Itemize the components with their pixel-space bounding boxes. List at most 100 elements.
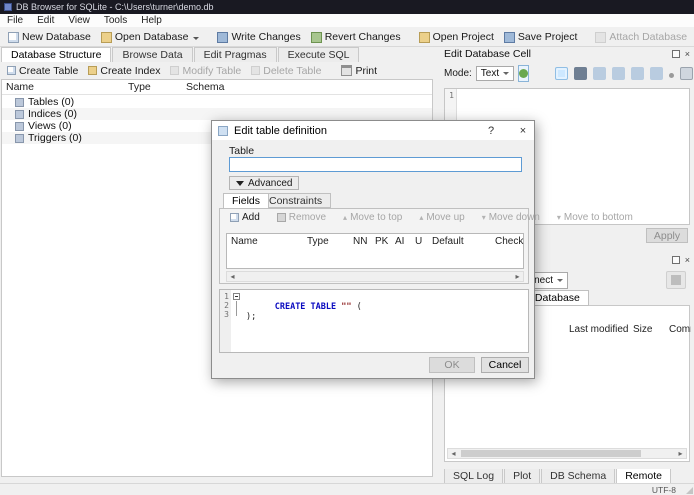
col-name[interactable]: Name	[231, 236, 258, 247]
delete-table-icon	[251, 66, 261, 75]
menu-edit[interactable]: Edit	[30, 15, 61, 26]
col-check[interactable]: Check	[495, 236, 523, 247]
create-index-button[interactable]: Create Index	[84, 64, 166, 78]
new-database-button[interactable]: New Database	[4, 30, 97, 44]
tab-edit-pragmas[interactable]: Edit Pragmas	[193, 47, 277, 62]
table-name-label: Table	[229, 145, 255, 157]
remote-hscrollbar[interactable]: ◂ ▸	[447, 448, 687, 459]
print-icon	[341, 65, 353, 76]
dock-float-icon[interactable]	[671, 50, 680, 58]
mode-label: Mode:	[444, 67, 472, 79]
save-project-button[interactable]: Save Project	[500, 30, 584, 44]
tab-db-schema[interactable]: DB Schema	[541, 469, 616, 484]
tree-header: Name Type Schema	[2, 80, 432, 95]
table-name-input[interactable]	[229, 157, 522, 172]
move-to-top-button: ▴ Move to top	[343, 212, 403, 223]
dock-float-icon[interactable]	[671, 256, 680, 264]
advanced-toggle-button[interactable]: Advanced	[229, 176, 300, 190]
resize-grip[interactable]	[686, 487, 693, 494]
arrow-down-icon: ▾	[556, 213, 561, 222]
add-field-button[interactable]: Add	[226, 212, 264, 223]
move-up-button: ▴ Move up	[419, 212, 465, 223]
fields-hscrollbar[interactable]: ◂ ▸	[226, 271, 524, 282]
tab-browse-data[interactable]: Browse Data	[112, 47, 193, 62]
print-cell-icon[interactable]	[680, 66, 694, 80]
fold-collapse-icon[interactable]	[233, 293, 240, 300]
dialog-title: Edit table definition	[234, 124, 327, 137]
scroll-left-icon[interactable]: ◂	[448, 449, 459, 458]
fullscreen-icon[interactable]	[650, 66, 664, 80]
revert-changes-button[interactable]: Revert Changes	[307, 30, 407, 44]
col-nn[interactable]: NN	[353, 236, 367, 247]
dock-close-icon[interactable]: ×	[685, 50, 690, 59]
arrow-down-icon: ▾	[481, 213, 486, 222]
fields-table[interactable]: Name Type NN PK AI U Default Check	[226, 233, 524, 269]
tab-fields[interactable]: Fields	[223, 193, 270, 209]
window-title: DB Browser for SQLite - C:\Users\turner\…	[16, 2, 214, 12]
remote-col-last-modified[interactable]: Last modified	[569, 324, 628, 335]
print-button[interactable]: Print	[337, 64, 383, 78]
col-u[interactable]: U	[415, 236, 422, 247]
write-changes-button[interactable]: Write Changes	[213, 30, 306, 44]
delete-table-button: Delete Table	[247, 64, 327, 78]
scroll-left-icon[interactable]: ◂	[227, 272, 238, 281]
tree-item-indices[interactable]: Indices (0)	[2, 108, 432, 120]
col-pk[interactable]: PK	[375, 236, 388, 247]
mode-select[interactable]: Text	[475, 65, 515, 81]
open-project-button[interactable]: Open Project	[415, 30, 500, 44]
tab-database-structure[interactable]: Database Structure	[1, 47, 112, 62]
menu-view[interactable]: View	[61, 15, 97, 26]
edit-cell-dock-title: Edit Database Cell	[444, 48, 531, 60]
open-database-dropdown-icon[interactable]	[193, 37, 200, 40]
tab-plot[interactable]: Plot	[504, 469, 541, 484]
save-icon[interactable]	[631, 66, 645, 80]
chevron-down-icon	[503, 71, 510, 75]
move-to-bottom-button: ▾ Move to bottom	[556, 212, 633, 223]
scroll-right-icon[interactable]: ▸	[675, 449, 686, 458]
scroll-right-icon[interactable]: ▸	[512, 272, 523, 281]
remote-col-commit[interactable]: Commit	[669, 324, 691, 335]
set-null-icon[interactable]	[669, 72, 675, 78]
index-icon	[15, 109, 24, 119]
tree-col-name[interactable]: Name	[6, 81, 34, 93]
open-database-button[interactable]: Open Database	[97, 30, 206, 44]
binary-mode-icon[interactable]	[574, 66, 588, 80]
cancel-button[interactable]: Cancel	[481, 357, 529, 373]
open-database-icon	[100, 31, 112, 43]
tab-remote[interactable]: Remote	[616, 469, 671, 484]
tab-constraints[interactable]: Constraints	[260, 193, 332, 208]
create-table-button[interactable]: Create Table	[3, 64, 84, 78]
tree-col-schema[interactable]: Schema	[186, 81, 225, 93]
import-icon[interactable]	[593, 66, 607, 80]
auto-switch-icon	[519, 68, 529, 78]
apply-button: Apply	[646, 228, 688, 243]
export-icon[interactable]	[612, 66, 626, 80]
tab-execute-sql[interactable]: Execute SQL	[277, 47, 360, 62]
menu-file[interactable]: File	[0, 15, 30, 26]
structure-toolbar: Create Table Create Index Modify Table D…	[0, 62, 437, 79]
chevron-down-icon	[557, 279, 563, 282]
edit-table-definition-dialog: Edit table definition ? × Table Advanced…	[211, 120, 633, 379]
menu-help[interactable]: Help	[134, 15, 169, 26]
revert-changes-icon	[310, 31, 322, 43]
text-mode-toggle-icon[interactable]	[555, 66, 569, 80]
dock-close-icon[interactable]: ×	[685, 256, 690, 265]
sql-line-1: CREATE TABLE "" (	[244, 292, 362, 322]
scroll-thumb[interactable]	[461, 450, 641, 457]
modify-table-button: Modify Table	[166, 64, 247, 78]
dialog-help-button[interactable]: ?	[484, 124, 498, 138]
tab-sql-log[interactable]: SQL Log	[444, 469, 504, 484]
encoding-label[interactable]: UTF-8	[652, 485, 676, 495]
open-project-icon	[418, 31, 430, 43]
dialog-close-button[interactable]: ×	[516, 124, 530, 138]
sql-preview-editor[interactable]: 1 2 3 CREATE TABLE "" ( );	[219, 289, 529, 353]
tree-col-type[interactable]: Type	[128, 81, 151, 93]
remote-col-size[interactable]: Size	[633, 324, 652, 335]
tree-item-tables[interactable]: Tables (0)	[2, 96, 432, 108]
auto-switch-mode-button[interactable]	[518, 64, 530, 82]
menu-tools[interactable]: Tools	[97, 15, 134, 26]
col-type[interactable]: Type	[307, 236, 329, 247]
col-default[interactable]: Default	[432, 236, 464, 247]
col-ai[interactable]: AI	[395, 236, 404, 247]
move-down-button: ▾ Move down	[481, 212, 540, 223]
